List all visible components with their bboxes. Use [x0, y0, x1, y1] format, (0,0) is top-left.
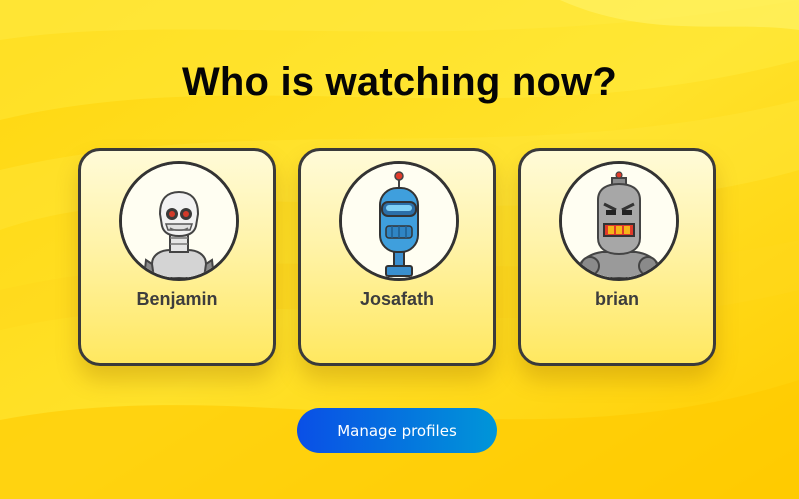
manage-profiles-button[interactable]: Manage profiles [297, 408, 497, 453]
profiles-list: Benjamin Josafath brian [78, 148, 716, 366]
profile-card-benjamin[interactable]: Benjamin [78, 148, 276, 366]
blue-robot-icon [342, 164, 456, 278]
profile-avatar [339, 161, 459, 281]
gray-robot-icon [562, 164, 676, 278]
silver-robot-icon [122, 164, 236, 278]
profile-avatar [559, 161, 679, 281]
profile-card-josafath[interactable]: Josafath [298, 148, 496, 366]
profile-name: Benjamin [136, 289, 218, 309]
profile-name: Josafath [359, 289, 435, 309]
page-title: Who is watching now? [181, 60, 618, 104]
profile-card-brian[interactable]: brian [518, 148, 716, 366]
profile-avatar [119, 161, 239, 281]
profile-name: brian [594, 289, 639, 309]
